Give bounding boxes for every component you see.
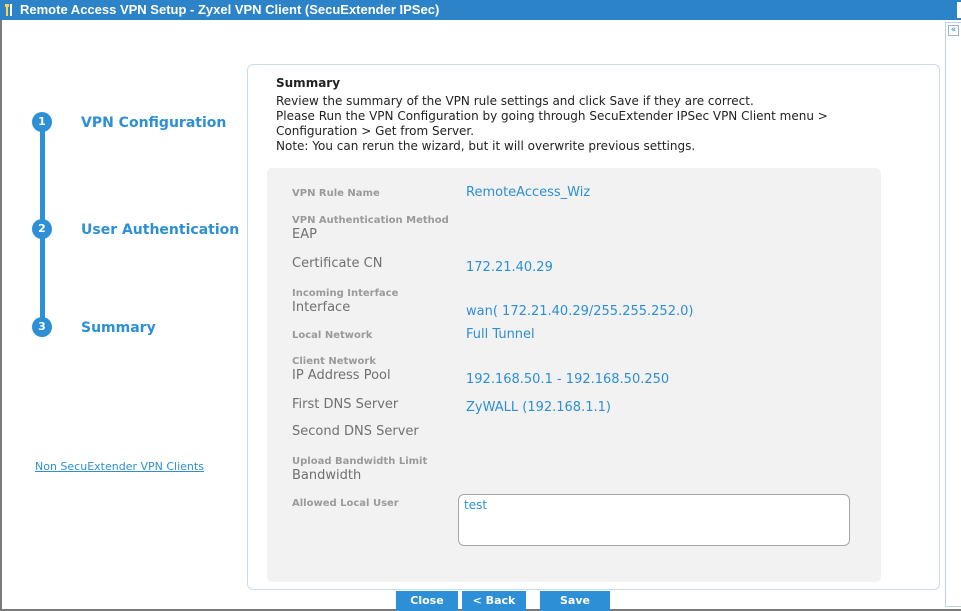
- local-network-label: Local Network: [292, 330, 373, 341]
- interface-label: Interface: [292, 300, 351, 315]
- window-titlebar: Remote Access VPN Setup - Zyxel VPN Clie…: [0, 0, 961, 20]
- frame-left-border: [0, 20, 2, 611]
- tools-icon: [5, 4, 12, 16]
- step-1-circle: 1: [32, 112, 52, 132]
- save-button[interactable]: Save: [540, 591, 610, 611]
- close-button[interactable]: Close: [396, 591, 458, 611]
- ip-address-pool-label: IP Address Pool: [292, 368, 391, 383]
- summary-text-line: Configuration > Get from Server.: [276, 124, 475, 138]
- expand-panel-icon[interactable]: «: [948, 25, 959, 36]
- back-button[interactable]: < Back: [462, 591, 526, 611]
- window-title: Remote Access VPN Setup - Zyxel VPN Clie…: [20, 2, 440, 17]
- step-3-label: Summary: [81, 320, 156, 336]
- step-2-circle: 2: [32, 219, 52, 239]
- local-network-value: Full Tunnel: [466, 327, 535, 342]
- summary-heading: Summary: [276, 76, 341, 90]
- vpn-rule-name-label: VPN Rule Name: [292, 188, 380, 199]
- certificate-cn-label: Certificate CN: [292, 256, 383, 271]
- summary-text-line: Review the summary of the VPN rule setti…: [276, 94, 754, 108]
- vpn-rule-name-value: RemoteAccess_Wiz: [466, 185, 591, 200]
- allowed-local-user-field[interactable]: test: [458, 494, 850, 546]
- incoming-interface-label: Incoming Interface: [292, 288, 399, 299]
- bandwidth-label: Bandwidth: [292, 468, 362, 483]
- first-dns-value: ZyWALL (192.168.1.1): [466, 400, 611, 415]
- non-secuextender-link[interactable]: Non SecuExtender VPN Clients: [35, 460, 204, 473]
- step-3-circle: 3: [32, 317, 52, 337]
- window-edge: [957, 2, 961, 18]
- step-1-label: VPN Configuration: [81, 115, 227, 131]
- upload-bandwidth-label: Upload Bandwidth Limit: [292, 456, 428, 467]
- summary-text-line: Please Run the VPN Configuration by goin…: [276, 109, 828, 123]
- auth-method-value: EAP: [292, 227, 317, 242]
- ip-address-pool-value: 192.168.50.1 - 192.168.50.250: [466, 372, 670, 387]
- interface-value: wan( 172.21.40.29/255.255.252.0): [466, 304, 694, 319]
- certificate-cn-value: 172.21.40.29: [466, 260, 553, 275]
- summary-text-line: Note: You can rerun the wizard, but it w…: [276, 139, 696, 153]
- first-dns-label: First DNS Server: [292, 397, 399, 412]
- allowed-local-user-label: Allowed Local User: [292, 498, 399, 509]
- auth-method-label: VPN Authentication Method: [292, 215, 449, 226]
- second-dns-label: Second DNS Server: [292, 424, 419, 439]
- help-side-panel: «: [945, 22, 961, 607]
- client-network-label: Client Network: [292, 356, 376, 367]
- step-2-label: User Authentication: [81, 222, 240, 238]
